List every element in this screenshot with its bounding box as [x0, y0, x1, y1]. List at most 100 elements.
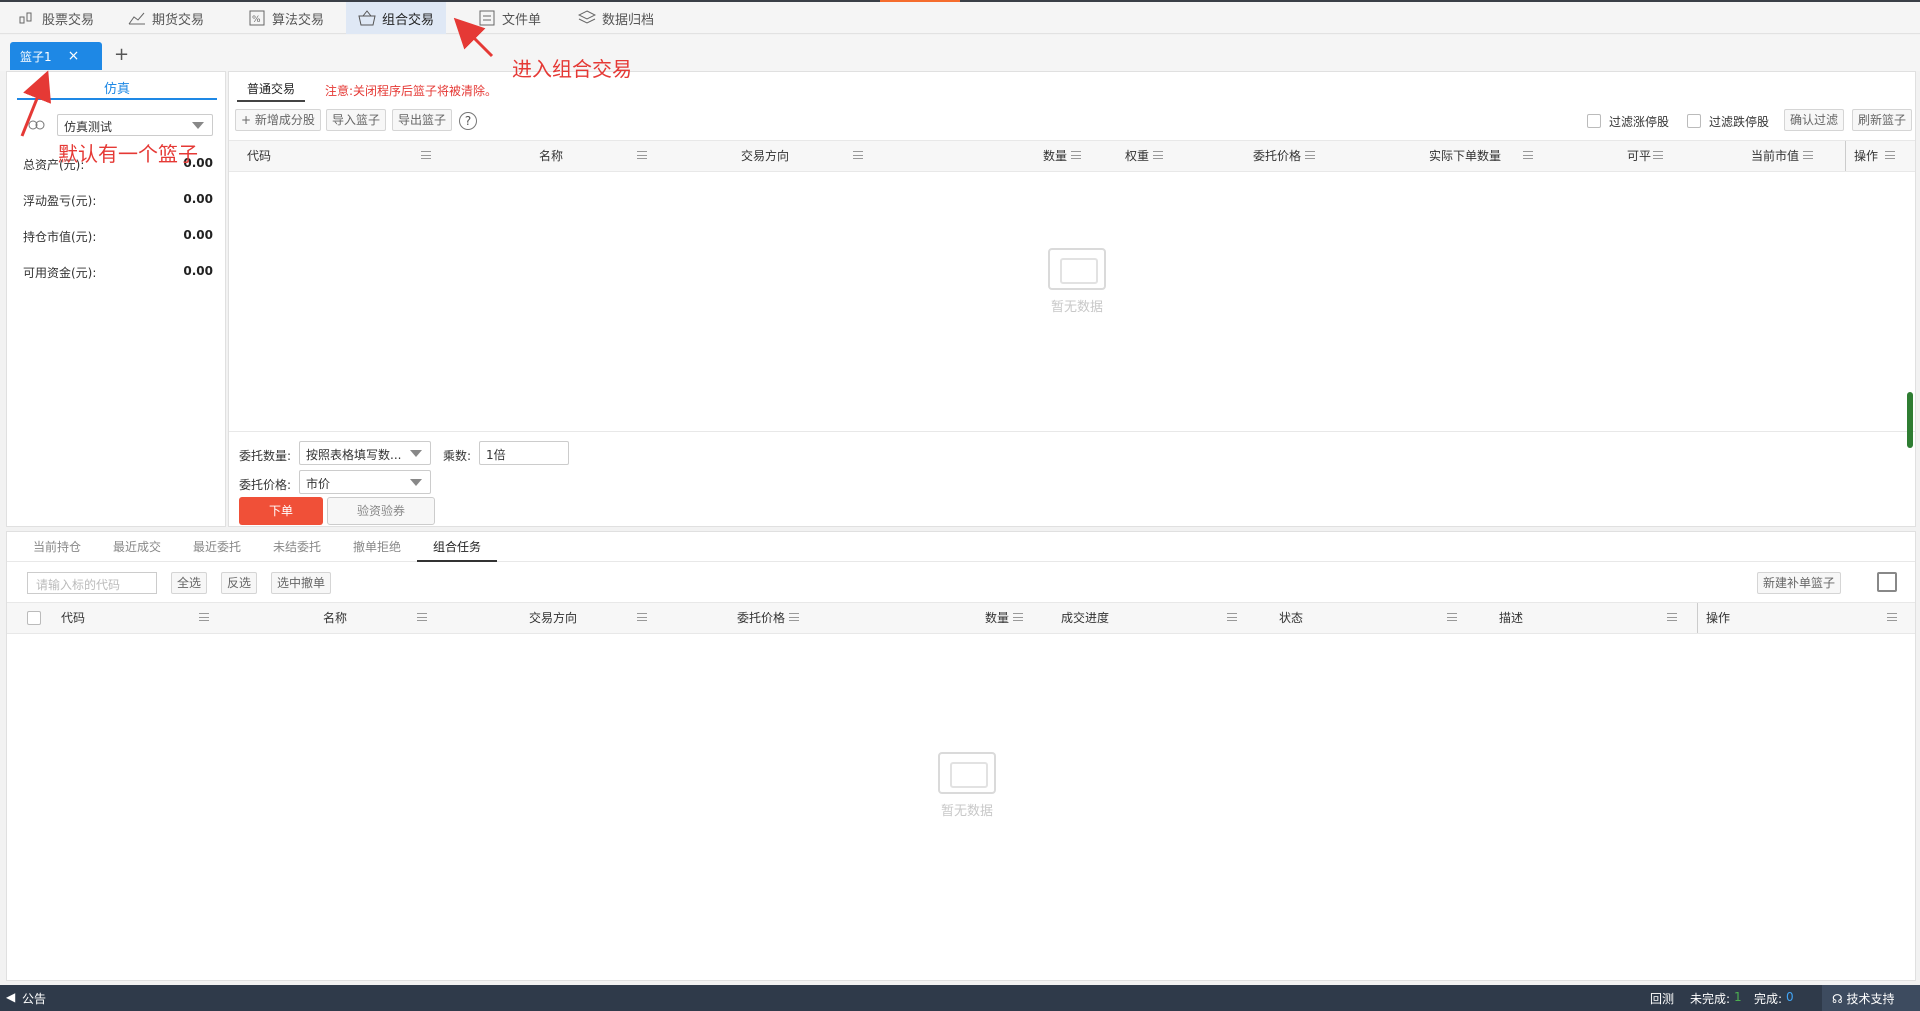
col-order-price: 委托价格 — [1253, 149, 1302, 163]
menu-icon[interactable] — [1447, 613, 1457, 621]
tab-cancel-rejects[interactable]: 撤单拒绝 — [337, 532, 417, 562]
nav-basket-trading[interactable]: 组合交易 — [346, 2, 447, 34]
menu-icon[interactable] — [637, 151, 647, 159]
verify-funds-button[interactable]: 验资验券 — [327, 497, 435, 525]
nav-stock-trading[interactable]: 股票交易 — [6, 2, 106, 34]
multiplier-input[interactable]: 1倍 — [479, 441, 569, 465]
backtest-link[interactable]: 回测 — [1650, 990, 1674, 1007]
menu-icon[interactable] — [421, 151, 431, 159]
qty-select-value: 按照表格填写数... — [306, 448, 402, 462]
menu-icon[interactable] — [1667, 613, 1677, 621]
help-icon[interactable]: ? — [459, 112, 477, 130]
finished-label: 完成: — [1754, 992, 1783, 1006]
top-nav: 股票交易 期货交易 % 算法交易 组合交易 文件单 数据归档 — [0, 0, 1920, 34]
col-direction: 交易方向 — [741, 149, 790, 163]
place-order-button[interactable]: 下单 — [239, 497, 323, 525]
menu-icon[interactable] — [1653, 151, 1663, 159]
code-search-input[interactable]: 请输入标的代码 — [27, 572, 157, 594]
menu-icon[interactable] — [1153, 151, 1163, 159]
col-market-value: 当前市值 — [1751, 149, 1800, 163]
filter-limit-up-checkbox[interactable] — [1587, 114, 1601, 128]
scrollbar-thumb[interactable] — [1907, 392, 1913, 448]
menu-icon[interactable] — [1013, 613, 1023, 621]
select-all-checkbox[interactable] — [27, 611, 41, 625]
price-label: 委托价格: — [239, 478, 292, 492]
stat-value: 0.00 — [183, 264, 213, 278]
stat-available-funds: 可用资金(元): 0.00 — [23, 264, 213, 281]
chevron-down-icon — [410, 479, 422, 486]
nav-futures-trading[interactable]: 期货交易 — [116, 2, 216, 34]
col-status: 状态 — [1279, 611, 1304, 625]
menu-icon[interactable] — [417, 613, 427, 621]
nav-accent-line — [880, 0, 960, 2]
algo-icon: % — [248, 10, 266, 26]
add-basket-button[interactable]: + — [114, 44, 129, 65]
basket-tab-label: 篮子1 — [20, 49, 52, 64]
announcement-link[interactable]: 公告 — [22, 990, 46, 1007]
stat-floating-pnl: 浮动盈亏(元): 0.00 — [23, 192, 213, 209]
close-icon[interactable]: × — [68, 48, 80, 64]
tech-support-button[interactable]: ☊ 技术支持 — [1822, 985, 1920, 1011]
add-component-button[interactable]: + 新增成分股 — [235, 109, 321, 131]
tasks-table-header: 代码 名称 交易方向 委托价格 数量 成交进度 状态 描述 操作 — [7, 602, 1915, 634]
qty-label: 委托数量: — [239, 449, 292, 463]
basket-tab[interactable]: 篮子1 × — [10, 42, 102, 70]
menu-icon[interactable] — [1071, 151, 1081, 159]
menu-icon[interactable] — [637, 613, 647, 621]
announcement-icon[interactable]: ◀ — [6, 990, 15, 1004]
tab-recent-orders[interactable]: 最近委托 — [177, 532, 257, 562]
unfinished-count: 1 — [1734, 990, 1742, 1004]
chevron-down-icon — [410, 450, 422, 457]
multiplier-label: 乘数: — [443, 449, 472, 463]
menu-icon[interactable] — [1803, 151, 1813, 159]
refresh-basket-button[interactable]: 刷新篮子 — [1852, 109, 1913, 131]
import-basket-button[interactable]: 导入篮子 — [326, 109, 387, 131]
tab-current-positions[interactable]: 当前持仓 — [17, 532, 97, 562]
price-select[interactable]: 市价 — [299, 470, 431, 494]
nav-algo-trading[interactable]: % 算法交易 — [236, 2, 336, 34]
tab-simulation[interactable]: 仿真 — [17, 78, 217, 100]
new-supplement-basket-button[interactable]: 新建补单篮子 — [1757, 572, 1842, 594]
tab-basket-tasks[interactable]: 组合任务 — [417, 532, 498, 562]
tab-normal-trading[interactable]: 普通交易 — [237, 78, 306, 102]
nav-data-archive[interactable]: 数据归档 — [566, 2, 666, 34]
menu-icon[interactable] — [789, 613, 799, 621]
col-name: 名称 — [323, 611, 348, 625]
stat-label: 可用资金(元): — [23, 266, 97, 280]
invert-selection-button[interactable]: 反选 — [221, 572, 258, 594]
menu-icon[interactable] — [1887, 613, 1897, 621]
col-order-price: 委托价格 — [737, 611, 786, 625]
headset-icon: ☊ — [1832, 992, 1847, 1006]
external-link-icon[interactable] — [1877, 572, 1897, 592]
export-basket-button[interactable]: 导出篮子 — [392, 109, 453, 131]
menu-icon[interactable] — [1523, 151, 1533, 159]
col-name: 名称 — [539, 149, 564, 163]
account-select[interactable]: 仿真测试 — [57, 114, 213, 136]
qty-select[interactable]: 按照表格填写数... — [299, 441, 431, 465]
nav-file-order[interactable]: 文件单 — [466, 2, 553, 34]
tab-open-orders[interactable]: 未结委托 — [257, 532, 337, 562]
orders-panel: 当前持仓 最近成交 最近委托 未结委托 撤单拒绝 组合任务 请输入标的代码 全选… — [6, 531, 1916, 981]
stat-position-value: 持仓市值(元): 0.00 — [23, 228, 213, 245]
menu-icon[interactable] — [853, 151, 863, 159]
status-bar: ◀ 公告 回测 未完成: 1 完成: 0 ☊ 技术支持 — [0, 985, 1920, 1011]
basket-icon — [358, 10, 376, 26]
col-quantity: 数量 — [985, 611, 1010, 625]
menu-icon[interactable] — [1885, 151, 1895, 159]
annotation-default-basket: 默认有一个篮子 — [58, 142, 198, 166]
confirm-filter-button[interactable]: 确认过滤 — [1784, 109, 1845, 131]
empty-text: 暂无数据 — [1050, 300, 1103, 315]
select-all-button[interactable]: 全选 — [171, 572, 208, 594]
tab-recent-trades[interactable]: 最近成交 — [97, 532, 177, 562]
col-direction: 交易方向 — [529, 611, 578, 625]
menu-icon[interactable] — [199, 613, 209, 621]
cancel-selected-button[interactable]: 选中撤单 — [271, 572, 332, 594]
chevron-down-icon — [192, 122, 204, 129]
warning-notice: 注意:关闭程序后篮子将被清除。 — [325, 84, 498, 98]
empty-state: 暂无数据 — [907, 752, 1027, 819]
menu-icon[interactable] — [1227, 613, 1237, 621]
link-icon[interactable] — [27, 116, 47, 134]
filter-limit-down-checkbox[interactable] — [1687, 114, 1701, 128]
menu-icon[interactable] — [1305, 151, 1315, 159]
col-fill-progress: 成交进度 — [1061, 611, 1110, 625]
